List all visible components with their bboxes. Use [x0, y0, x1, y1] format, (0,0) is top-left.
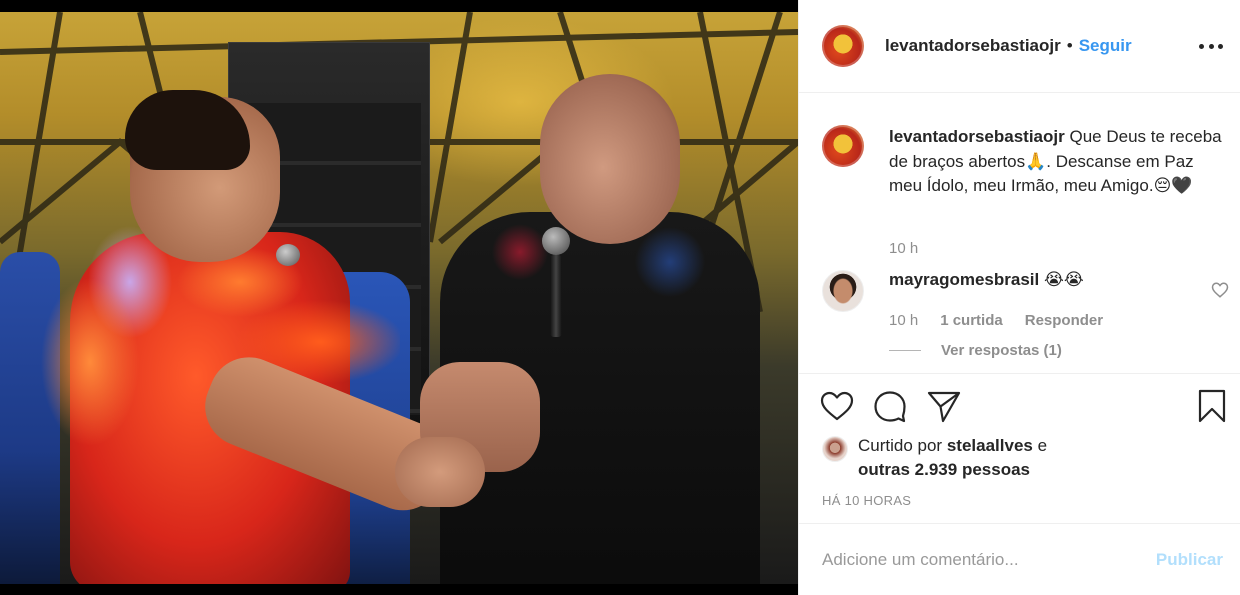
likes-others-count[interactable]: outras 2.939 pessoas	[858, 460, 1030, 479]
caption: levantadorsebastiaojr Que Deus te receba…	[889, 125, 1229, 199]
likes-summary: Curtido por stelaallves e outras 2.939 p…	[822, 434, 1232, 482]
comment-icon[interactable]	[872, 388, 908, 424]
comment: mayragomesbrasil 😭😭	[889, 270, 1084, 290]
view-replies-label: Ver respostas (1)	[941, 342, 1062, 359]
replies-divider	[889, 350, 921, 351]
likes-text: Curtido por stelaallves e outras 2.939 p…	[858, 434, 1047, 482]
caption-time: 10 h	[889, 240, 919, 257]
comments-section: levantadorsebastiaojr Que Deus te receba…	[799, 94, 1240, 374]
post-photo-pane	[0, 0, 798, 595]
post-header: levantadorsebastiaojr • Seguir	[799, 0, 1240, 93]
separator-dot: •	[1066, 36, 1073, 55]
comment-username[interactable]: mayragomesbrasil	[889, 270, 1039, 289]
publish-button[interactable]: Publicar	[1156, 550, 1223, 570]
bookmark-icon[interactable]	[1194, 388, 1230, 424]
follow-button[interactable]: Seguir	[1079, 36, 1132, 56]
commenter-avatar[interactable]	[822, 270, 864, 312]
liker-avatar[interactable]	[822, 436, 848, 462]
reply-button[interactable]: Responder	[1025, 312, 1103, 329]
comment-like-count[interactable]: 1 curtida	[940, 312, 1003, 329]
view-replies-button[interactable]: Ver respostas (1)	[889, 342, 1062, 359]
author-avatar[interactable]	[822, 25, 864, 67]
comment-text: 😭😭	[1043, 270, 1084, 289]
microphone	[276, 244, 300, 266]
post-side-panel: levantadorsebastiaojr • Seguir levantado…	[798, 0, 1240, 595]
paper-plane-icon[interactable]	[926, 388, 962, 424]
post-timestamp[interactable]: Há 10 horas	[822, 493, 911, 508]
author-username[interactable]: levantadorsebastiaojr	[885, 36, 1061, 56]
caption-username[interactable]: levantadorsebastiaojr	[889, 127, 1065, 146]
microphone	[542, 227, 570, 337]
handshake	[395, 437, 485, 507]
comment-meta: 10 h 1 curtida Responder	[889, 312, 1103, 329]
performer-head	[540, 74, 680, 244]
comment-like-heart-icon[interactable]	[1211, 281, 1229, 299]
likes-conjunction: e	[1037, 436, 1048, 455]
comment-input[interactable]	[822, 546, 1132, 574]
more-options-icon[interactable]	[1199, 34, 1223, 58]
caption-author-avatar[interactable]	[822, 125, 864, 167]
comment-time: 10 h	[889, 312, 919, 329]
add-comment-bar: Publicar	[799, 523, 1240, 595]
post-photo[interactable]	[0, 12, 798, 584]
liker-username[interactable]: stelaallves	[947, 436, 1033, 455]
heart-icon[interactable]	[819, 388, 855, 424]
likes-prefix: Curtido por	[858, 436, 943, 455]
post-actions	[799, 374, 1240, 432]
